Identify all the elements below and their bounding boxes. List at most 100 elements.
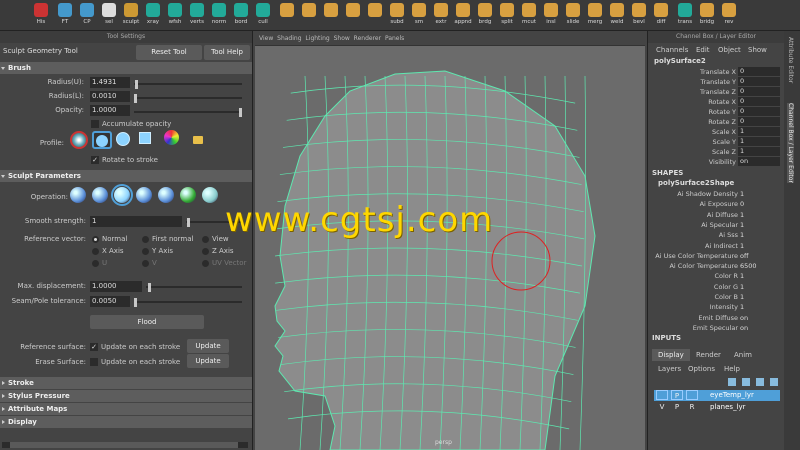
shelf-button-sm[interactable]: sm	[408, 3, 430, 30]
channel-value[interactable]: on	[738, 157, 780, 166]
channel-value[interactable]: 0	[738, 117, 780, 126]
radius-u-slider[interactable]	[134, 80, 242, 89]
slider-thumb[interactable]	[134, 298, 137, 307]
shelf-button-sculpt[interactable]: sculpt	[120, 3, 142, 30]
shape-attr-row[interactable]: Ai Indirect 1	[648, 241, 785, 251]
section-sculpt-parameters[interactable]: Sculpt Parameters	[0, 170, 252, 182]
shelf-button-subd[interactable]: subd	[386, 3, 408, 30]
shape-attr-row[interactable]: Emit Specular on	[648, 323, 785, 333]
layer-row[interactable]: PeyeTemp_lyr	[654, 390, 780, 401]
shelf-button-norm[interactable]: norm	[208, 3, 230, 30]
layer-toggle-r[interactable]: R	[686, 402, 698, 412]
tab-anim[interactable]: Anim	[728, 349, 758, 361]
shape-attr-row[interactable]: Ai Color Temperature 6500	[648, 261, 785, 271]
max-displacement-field[interactable]: 1.0000	[90, 281, 142, 292]
shelf-button-FT[interactable]: FT	[54, 3, 76, 30]
layer-new-icon[interactable]	[728, 378, 736, 386]
accumulate-opacity-checkbox[interactable]	[91, 120, 99, 128]
viewport[interactable]: View Shading Lighting Show Renderer Pane…	[255, 31, 645, 450]
slider-thumb[interactable]	[134, 94, 137, 103]
shape-attr-value[interactable]: 1	[740, 292, 744, 302]
shelf-button-split[interactable]: split	[496, 3, 518, 30]
shape-attr-value[interactable]: on	[740, 313, 748, 323]
erase-surface-checkbox[interactable]	[90, 358, 98, 366]
profile-square-icon[interactable]	[139, 132, 151, 144]
opacity-field[interactable]: 1.0000	[90, 105, 130, 116]
tool-help-button[interactable]: Tool Help	[204, 45, 250, 60]
layer-toggle-p[interactable]: P	[671, 402, 683, 412]
shape-attr-row[interactable]: Color R1	[648, 271, 785, 281]
shape-attr-row[interactable]: Emit Diffuse on	[648, 313, 785, 323]
shelf-button-extr[interactable]: extr	[430, 3, 452, 30]
shelf-button-bridg[interactable]: bridg	[696, 3, 718, 30]
slider-thumb[interactable]	[239, 108, 242, 117]
profile-soft-icon[interactable]	[92, 131, 112, 149]
operation-smooth-icon[interactable]	[70, 187, 86, 203]
refvec-radio-view[interactable]	[202, 236, 209, 243]
seam-pole-tolerance-field[interactable]: 0.0050	[90, 296, 130, 307]
shape-attr-value[interactable]: 0	[740, 199, 744, 209]
shape-attr-row[interactable]: Ai Diffuse 1	[648, 210, 785, 220]
reference-surface-checkbox[interactable]: ✓	[90, 343, 98, 351]
layer-toggle-v[interactable]: V	[656, 402, 668, 412]
shape-attr-value[interactable]: 1	[740, 302, 744, 312]
shape-attr-value[interactable]: 1	[740, 271, 744, 281]
flood-button[interactable]: Flood	[90, 315, 204, 329]
operation-bulge-icon[interactable]	[158, 187, 174, 203]
shelf-button-brdg[interactable]: brdg	[474, 3, 496, 30]
layer-toggle-p[interactable]: P	[671, 390, 683, 400]
shape-attr-value[interactable]: 1	[740, 241, 744, 251]
shelf-button-CP[interactable]: CP	[76, 3, 98, 30]
shelf-button-rev[interactable]: rev	[718, 3, 740, 30]
shelf-button-diff[interactable]: diff	[650, 3, 672, 30]
shelf-button-wfsh[interactable]: wfsh	[164, 3, 186, 30]
shelf-button-poly-15[interactable]	[364, 3, 386, 30]
slider-thumb[interactable]	[135, 80, 138, 89]
shelf-button-slide[interactable]: slide	[562, 3, 584, 30]
channel-row[interactable]: Translate Z0	[648, 87, 785, 97]
shape-attr-row[interactable]: Intensity 1	[648, 302, 785, 312]
shape-attr-row[interactable]: Ai Exposure 0	[648, 199, 785, 209]
layer-row[interactable]: V P Rplanes_lyr	[654, 402, 780, 413]
shelf-button-poly-13[interactable]	[320, 3, 342, 30]
mesh-surface[interactable]	[274, 70, 596, 450]
shape-attr-value[interactable]: 1	[740, 230, 744, 240]
channel-row[interactable]: Scale X1	[648, 127, 785, 137]
shape-attr-value[interactable]: 1	[740, 220, 744, 230]
section-display[interactable]: Display	[0, 416, 252, 428]
shape-attr-value[interactable]: 1	[740, 282, 744, 292]
menu-edit[interactable]: Edit	[696, 46, 710, 54]
slider-thumb[interactable]	[187, 218, 190, 227]
side-tab-attribute-editor[interactable]: Attribute Editor	[787, 37, 794, 83]
refvec-radio-normal[interactable]	[92, 236, 99, 243]
layer-menu-layers[interactable]: Layers	[658, 365, 681, 373]
menu-show[interactable]: Show	[748, 46, 767, 54]
shelf-button-poly-11[interactable]	[276, 3, 298, 30]
channel-row[interactable]: Translate X0	[648, 67, 785, 77]
channel-row[interactable]: Rotate X0	[648, 97, 785, 107]
shape-attr-value[interactable]: off	[740, 251, 748, 261]
layer-new-selected-icon[interactable]	[742, 378, 750, 386]
shape-attr-row[interactable]: Ai Shadow Density 1	[648, 189, 785, 199]
channel-row[interactable]: Rotate Y0	[648, 107, 785, 117]
shape-attr-value[interactable]: 1	[740, 210, 744, 220]
channel-value[interactable]: 1	[738, 147, 780, 156]
shelf-button-mcut[interactable]: mcut	[518, 3, 540, 30]
channel-value[interactable]: 0	[738, 97, 780, 106]
shelf-button-merg[interactable]: merg	[584, 3, 606, 30]
refvec-radio-uv-vector[interactable]	[202, 260, 209, 267]
erase-update-button[interactable]: Update	[187, 354, 229, 368]
max-displacement-slider[interactable]	[146, 283, 242, 292]
mesh-group[interactable]	[274, 70, 596, 450]
section-stroke[interactable]: Stroke	[0, 377, 252, 389]
menu-channels[interactable]: Channels	[656, 46, 688, 54]
shelf-button-cull[interactable]: cull	[252, 3, 274, 30]
layer-move-up-icon[interactable]	[756, 378, 764, 386]
channel-value[interactable]: 1	[738, 137, 780, 146]
menu-object[interactable]: Object	[718, 46, 741, 54]
shape-attr-row[interactable]: Ai Use Color Temperature off	[648, 251, 785, 261]
shape-attr-row[interactable]: Color B1	[648, 292, 785, 302]
shelf-button-verts[interactable]: verts	[186, 3, 208, 30]
channel-row[interactable]: Scale Y1	[648, 137, 785, 147]
channel-row[interactable]: Visibility on	[648, 157, 785, 167]
